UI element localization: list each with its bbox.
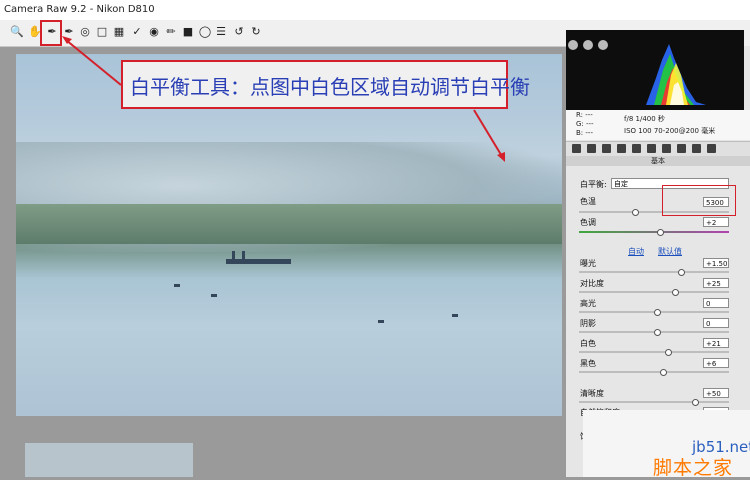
detail-tab-icon[interactable] (602, 144, 611, 153)
highlights-value[interactable]: 0 (703, 298, 729, 308)
arrow-to-tool (65, 39, 122, 86)
lens-tab-icon[interactable] (647, 144, 656, 153)
temperature-knob[interactable] (631, 209, 639, 216)
blacks-slider[interactable] (579, 369, 729, 376)
shadows-label: 阴影 (580, 319, 596, 328)
hsl-tab-icon[interactable] (617, 144, 626, 153)
clarity-slider[interactable] (579, 399, 729, 406)
highlights-knob[interactable] (654, 309, 661, 316)
camera-info: R: --- G: --- B: --- f/8 1/400 秒 ISO 100… (566, 110, 750, 140)
tint-slider[interactable] (579, 229, 729, 236)
split-toning-tab-icon[interactable] (632, 144, 641, 153)
shadows-value[interactable]: 0 (703, 318, 729, 328)
contrast-value[interactable]: +25 (703, 278, 729, 288)
default-link[interactable]: 默认值 (658, 246, 682, 257)
rgb-b: B: --- (576, 129, 593, 137)
contrast-slider[interactable] (579, 289, 729, 296)
shadows-slider[interactable] (579, 329, 729, 336)
basic-tab-icon[interactable] (572, 144, 581, 153)
arrow-head-image (497, 152, 505, 162)
auto-link[interactable]: 自动 (628, 246, 644, 257)
iso-lens: ISO 100 70-200@200 毫米 (624, 127, 716, 135)
whites-label: 白色 (580, 339, 596, 348)
temperature-highlight (662, 185, 736, 216)
rgb-r: R: --- (576, 111, 593, 119)
tint-value[interactable]: +2 (703, 217, 729, 227)
clarity-knob[interactable] (691, 399, 699, 406)
clarity-value[interactable]: +50 (703, 388, 729, 398)
temperature-label: 色温 (580, 197, 596, 206)
filmstrip-thumbnail[interactable] (25, 443, 193, 477)
tint-label: 色调 (580, 218, 596, 227)
aperture-shutter: f/8 1/400 秒 (624, 115, 665, 123)
clip-warning-right-icon[interactable] (598, 40, 608, 50)
tint-knob[interactable] (657, 229, 664, 236)
clip-warning-middle-icon[interactable] (583, 40, 593, 50)
clarity-label: 清晰度 (580, 389, 604, 398)
whites-value[interactable]: +21 (703, 338, 729, 348)
exposure-label: 曝光 (580, 259, 596, 268)
rgb-g: G: --- (576, 120, 594, 128)
camera-cal-tab-icon[interactable] (677, 144, 686, 153)
white-balance-label: 白平衡: (580, 180, 607, 189)
exposure-knob[interactable] (678, 269, 685, 276)
panel-title: 基本 (566, 156, 750, 166)
presets-tab-icon[interactable] (692, 144, 701, 153)
shadows-knob[interactable] (654, 329, 661, 336)
exposure-value[interactable]: +1.50 (703, 258, 729, 268)
histogram-graph (568, 40, 706, 105)
contrast-label: 对比度 (580, 279, 604, 288)
contrast-knob[interactable] (672, 289, 679, 296)
blacks-knob[interactable] (660, 369, 667, 376)
tone-curve-tab-icon[interactable] (587, 144, 596, 153)
whites-slider[interactable] (579, 349, 729, 356)
watermark-name: 脚本之家 (653, 457, 734, 479)
exposure-slider[interactable] (579, 269, 729, 276)
clip-warning-left-icon[interactable] (568, 40, 578, 50)
arrow-to-image (473, 109, 504, 159)
snapshots-tab-icon[interactable] (707, 144, 716, 153)
blacks-value[interactable]: +6 (703, 358, 729, 368)
highlights-label: 高光 (580, 299, 596, 308)
whites-knob[interactable] (664, 349, 672, 356)
highlights-slider[interactable] (579, 309, 729, 316)
effects-tab-icon[interactable] (662, 144, 671, 153)
histogram (566, 30, 744, 110)
blacks-label: 黑色 (580, 359, 596, 368)
panel-tabs (566, 141, 750, 157)
